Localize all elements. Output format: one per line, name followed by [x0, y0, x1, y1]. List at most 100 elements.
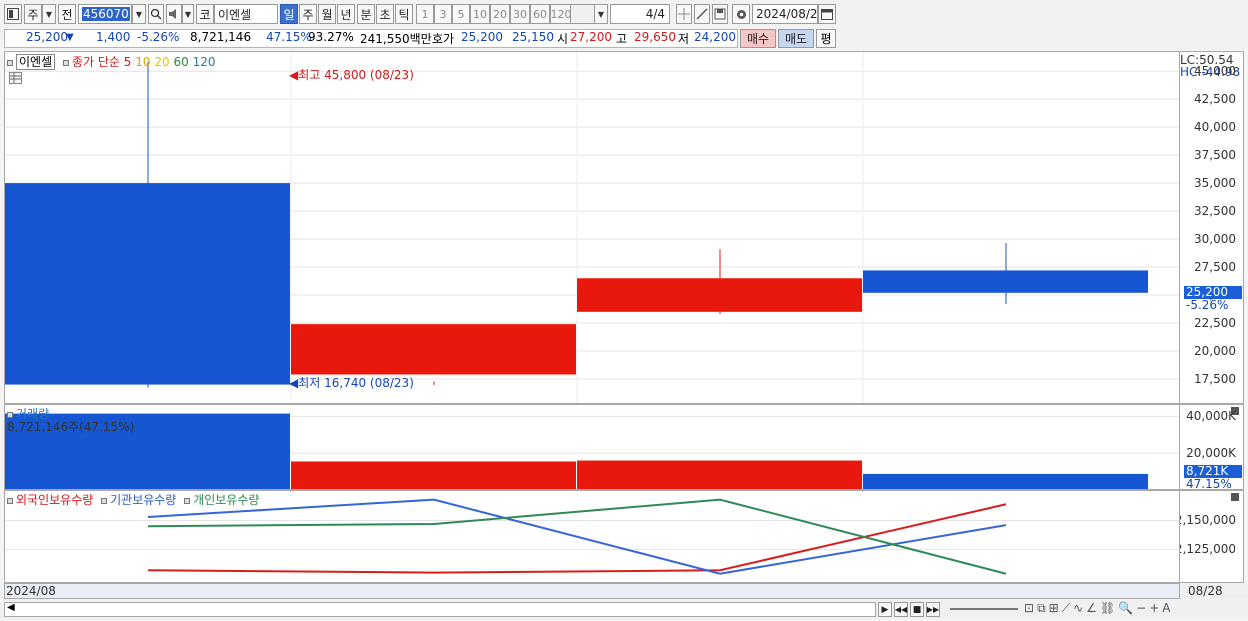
stock-name-field[interactable]: 이엔셀	[214, 4, 278, 24]
font-size-icon[interactable]: A	[1162, 601, 1170, 616]
period-button-0[interactable]: 일	[280, 4, 298, 24]
save-button[interactable]	[712, 4, 728, 24]
minimize-pane-icon[interactable]	[1231, 493, 1239, 501]
high-label: 고	[616, 32, 628, 46]
sell-button[interactable]: 매도	[778, 29, 814, 48]
chart-menu-icon[interactable]	[4, 4, 22, 24]
period-type-selector[interactable]: 주	[24, 4, 42, 24]
interval-button-30[interactable]: 30	[510, 4, 530, 24]
last-volume-pct: 47.15%	[1186, 477, 1232, 490]
high-marker: ◀최고 45,800 (08/23)	[289, 68, 414, 82]
interval-button-120[interactable]: 120	[550, 4, 572, 24]
price-tick-label: 40,000	[1194, 120, 1236, 135]
interval-button-20[interactable]: 20	[490, 4, 510, 24]
trade-value: 241,550백만	[360, 32, 432, 46]
period-button-6[interactable]: 틱	[395, 4, 413, 24]
candle-body[interactable]	[577, 278, 862, 312]
zoom-out-icon[interactable]: −	[1136, 601, 1146, 616]
wave-tool-icon[interactable]: ∿	[1073, 601, 1083, 616]
strength-value: 93.27%	[308, 30, 354, 44]
date-end-label: 08/28	[1188, 584, 1223, 598]
stock-name-box[interactable]: 이엔셀	[16, 54, 56, 70]
split-view-icon[interactable]: ⧉	[1037, 601, 1046, 616]
table-view-icon[interactable]	[9, 72, 22, 84]
price-chart-pane[interactable]: 이엔셀 종가 단순 5 10 20 60 120 ◀최고 45,800 (08/…	[4, 51, 1180, 404]
zoom-in-icon[interactable]: +	[1149, 601, 1159, 616]
ma-period-10: 10	[135, 55, 151, 69]
playback-controls: ▶ ◀◀ ■ ▶▶	[878, 602, 940, 617]
interval-button-1[interactable]: 1	[416, 4, 434, 24]
volume-tick-label: 40,000K	[1186, 409, 1236, 424]
legend-institution: 기관보유수량	[110, 493, 177, 507]
holdings-tick-label: 2,125,000	[1180, 542, 1236, 557]
code-dropdown[interactable]: ▼	[132, 4, 146, 24]
crosshair-tool-button[interactable]	[676, 4, 692, 24]
angle-tool-icon[interactable]: ∠	[1086, 601, 1097, 616]
price-change: 1,400	[96, 30, 131, 44]
settings-button[interactable]	[732, 4, 750, 24]
volume-chart-pane[interactable]: 거래량 8,721,146주(47.15%)	[4, 404, 1180, 490]
sound-button[interactable]	[166, 4, 182, 24]
speed-slider[interactable]	[950, 608, 1018, 610]
interval-button-3[interactable]: 3	[434, 4, 452, 24]
candle-body[interactable]	[5, 183, 290, 385]
holdings-chart-pane[interactable]: 외국인보유수량 기관보유수량 개인보유수량	[4, 490, 1180, 583]
chart-toolbar: 주 ▼ 전 456070 ▼ ▼ 코 이엔셀 일주월년분초틱 1 3 5 10 20 30…	[0, 0, 1248, 28]
candle-body[interactable]	[291, 324, 576, 375]
market-type-badge: 코	[196, 4, 214, 24]
ma-period-20: 20	[154, 55, 170, 69]
line-tool-icon[interactable]: ⟋	[1062, 601, 1070, 616]
volume-tick-label: 20,000K	[1186, 446, 1236, 461]
price-change-pct: -5.26%	[137, 30, 180, 44]
down-arrow-icon: ▼	[66, 32, 74, 43]
price-axis[interactable]: LC:50.54 HC:-44.98 45,000 42,500 40,000 37,…	[1180, 51, 1244, 404]
draw-tool-button[interactable]	[694, 4, 710, 24]
gear-icon	[736, 9, 746, 19]
grid-icon[interactable]: ⊞	[1049, 601, 1059, 616]
rewind-icon[interactable]: ◀◀	[894, 602, 908, 617]
period-type-dropdown[interactable]: ▼	[42, 4, 56, 24]
fast-forward-icon[interactable]: ▶▶	[926, 602, 940, 617]
legend-square-icon	[62, 59, 69, 66]
interval-button-5[interactable]: 5	[452, 4, 470, 24]
candle-body[interactable]	[863, 270, 1148, 293]
holdings-axis[interactable]: 2,150,000 2,125,000	[1180, 490, 1244, 583]
date-input[interactable]: 2024/08/28	[752, 4, 825, 24]
page-indicator[interactable]: 4/4	[610, 4, 670, 24]
sound-dropdown[interactable]: ▼	[182, 4, 194, 24]
date-start-label: 2024/08	[6, 584, 56, 598]
period-button-4[interactable]: 분	[357, 4, 375, 24]
period-button-2[interactable]: 월	[318, 4, 336, 24]
volume-bar[interactable]	[863, 473, 1148, 490]
volume-value: 8,721,146	[190, 30, 252, 44]
buy-button[interactable]: 매수	[740, 29, 776, 48]
stop-icon[interactable]: ■	[910, 602, 924, 617]
horizontal-scrollbar[interactable]: ◀	[4, 602, 876, 617]
stock-code-input[interactable]: 456070	[78, 4, 132, 24]
layout-icon[interactable]: ⊡	[1024, 601, 1034, 616]
period-button-1[interactable]: 주	[299, 4, 317, 24]
eval-button[interactable]: 평	[816, 29, 836, 48]
play-forward-icon[interactable]: ▶	[878, 602, 892, 617]
interval-button-60[interactable]: 60	[530, 4, 550, 24]
prev-button[interactable]: 전	[58, 4, 76, 24]
period-button-3[interactable]: 년	[337, 4, 355, 24]
interval-dropdown[interactable]: ▼	[594, 4, 608, 24]
zoom-search-icon[interactable]: 🔍	[1118, 601, 1133, 616]
interval-button-10[interactable]: 10	[470, 4, 490, 24]
scroll-zoom-bar: ◀ ▶ ◀◀ ■ ▶▶ ⊡ ⧉ ⊞ ⟋ ∿ ∠ ⛓ 🔍 − + A	[0, 600, 1248, 619]
price-tick-label: 20,000	[1194, 343, 1236, 358]
holdings-series-line-0[interactable]	[147, 503, 1007, 574]
calendar-button[interactable]	[818, 4, 836, 24]
low-label: 저	[678, 32, 690, 46]
chain-icon[interactable]: ⛓	[1100, 601, 1115, 616]
period-button-5[interactable]: 초	[376, 4, 394, 24]
scroll-left-icon[interactable]: ◀	[7, 602, 15, 613]
holdings-series-line-1[interactable]	[147, 498, 1007, 575]
volume-bar[interactable]	[577, 460, 862, 490]
volume-axis[interactable]: 40,000K 20,000K 8,721K 47.15%	[1180, 404, 1244, 490]
price-tick-label: 17,500	[1194, 371, 1236, 386]
volume-bar[interactable]	[291, 461, 576, 490]
search-button[interactable]	[148, 4, 164, 24]
volume-ratio: 47.15%	[266, 30, 312, 44]
